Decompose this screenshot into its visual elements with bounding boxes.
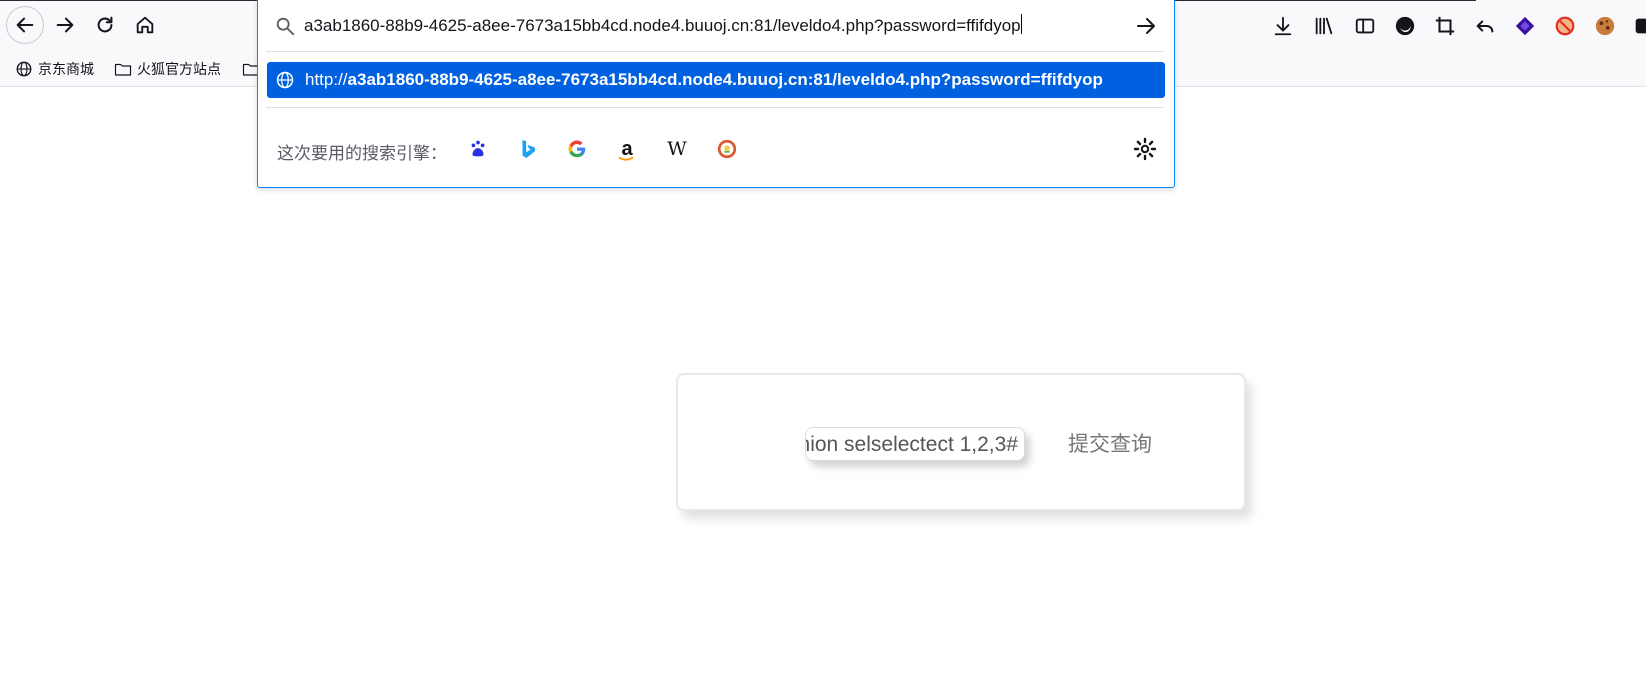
amazon-smile-icon [618,156,634,161]
google-search-button[interactable] [565,137,589,161]
home-button[interactable] [126,6,164,44]
one-off-search-engines: 这次要用的搜索引擎： a W [258,120,1174,176]
arrow-right-icon [56,17,74,33]
sidebar-icon [1355,18,1375,34]
library-icon [1315,17,1333,35]
url-input-text: a3ab1860-88b9-4625-a8ee-7673a15bb4cd.nod… [304,16,1021,35]
baidu-icon [471,140,485,157]
back-button[interactable] [6,6,44,44]
bing-icon [522,139,535,159]
submit-button[interactable]: 提交查询 [1068,427,1168,459]
search-icon [276,17,295,36]
go-arrow-icon[interactable] [1134,14,1158,38]
extension-cookie-button[interactable] [1592,13,1618,39]
sidebar-button[interactable] [1352,13,1378,39]
text-caret [1020,14,1022,34]
suggestion-highlight: a3ab1860-88b9-4625-a8ee-7673a15bb4cd.nod… [347,70,1103,89]
home-icon [136,16,154,34]
extension-layers-button[interactable] [1512,13,1538,39]
downloads-button[interactable] [1270,13,1296,39]
undo-button[interactable] [1472,13,1498,39]
suggestion-text: http://a3ab1860-88b9-4625-a8ee-7673a15bb… [305,70,1103,90]
bing-search-button[interactable] [516,137,540,161]
extension-icon [1635,18,1646,34]
url-suggestion-item[interactable]: http://a3ab1860-88b9-4625-a8ee-7673a15bb… [267,62,1165,98]
arrow-left-icon [16,17,34,33]
engines-label: 这次要用的搜索引擎： [277,144,447,163]
baidu-search-button[interactable] [466,137,490,161]
download-icon [1274,16,1292,36]
gear-icon[interactable] [1133,137,1157,161]
query-form: union selselectect 1,2,3# 提交查询 [676,373,1246,511]
urlbar-dropdown: a3ab1860-88b9-4625-a8ee-7673a15bb4cd.nod… [257,0,1175,188]
reload-icon [97,16,113,33]
bookmark-folder[interactable]: 火狐官方站点 [114,59,221,79]
crop-icon [1435,16,1455,36]
undo-icon [1476,20,1494,33]
globe-icon [16,61,32,77]
url-input[interactable]: a3ab1860-88b9-4625-a8ee-7673a15bb4cd.nod… [304,14,1104,38]
duckduckgo-search-button[interactable] [715,137,739,161]
wikipedia-search-button[interactable]: W [665,137,689,161]
amazon-search-button[interactable]: a [615,137,639,161]
urlbar: a3ab1860-88b9-4625-a8ee-7673a15bb4cd.nod… [258,0,1174,52]
layers-extension-icon [1515,16,1535,36]
bookmark-item[interactable]: 京东商城 [15,59,94,79]
library-button[interactable] [1311,13,1337,39]
query-input-value: union selselectect 1,2,3# [805,433,1018,456]
extension-overflow-button[interactable] [1630,13,1646,39]
block-extension-icon [1555,16,1575,36]
cookie-icon [1595,16,1615,36]
google-icon [568,140,586,158]
divider [266,51,1164,52]
suggestion-prefix: http:// [305,70,348,89]
forward-button[interactable] [46,6,84,44]
duckduckgo-icon [717,139,737,159]
wikipedia-icon: W [667,138,687,160]
moon-extension-icon [1395,16,1415,36]
divider [266,107,1164,108]
query-input[interactable]: union selselectect 1,2,3# [805,427,1025,461]
folder-icon [114,63,132,76]
extension-block-button[interactable] [1552,13,1578,39]
screenshot-button[interactable] [1432,13,1458,39]
globe-icon [276,71,294,89]
extension-dark-button[interactable] [1392,13,1418,39]
bookmark-label: 火狐官方站点 [137,61,221,77]
reload-button[interactable] [86,6,124,44]
bookmark-label: 京东商城 [38,61,94,77]
